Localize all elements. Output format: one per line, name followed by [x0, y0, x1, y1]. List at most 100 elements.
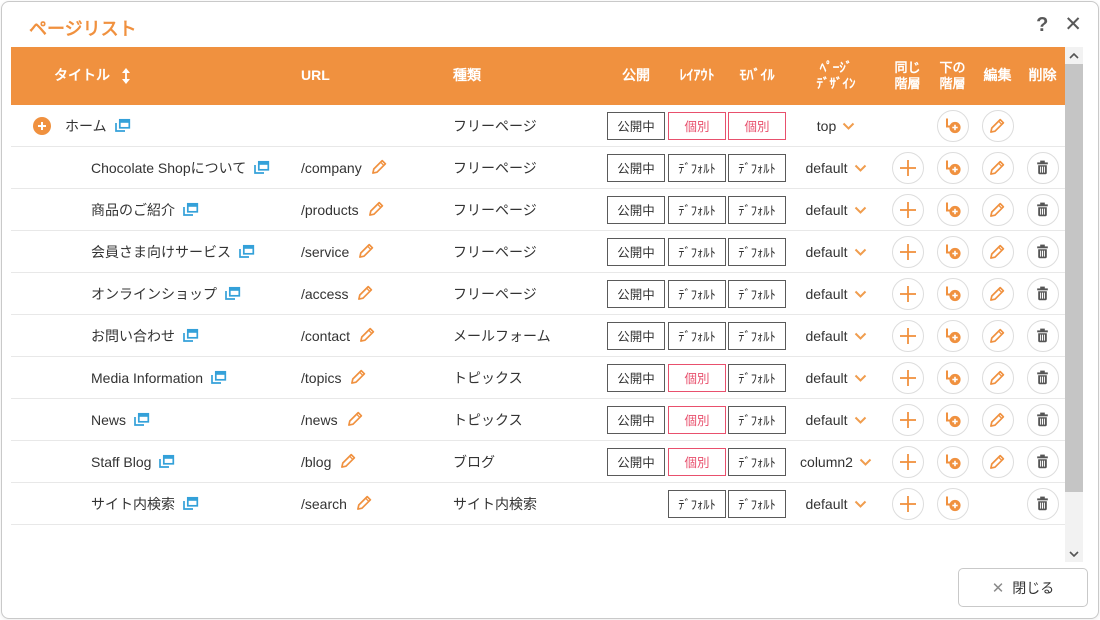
publish-status-badge[interactable]: 公開中: [607, 238, 665, 266]
delete-button[interactable]: [1027, 194, 1059, 226]
publish-status-badge[interactable]: 公開中: [607, 448, 665, 476]
delete-button[interactable]: [1027, 278, 1059, 310]
add-same-level-button[interactable]: [892, 362, 924, 394]
add-lower-level-button[interactable]: [937, 446, 969, 478]
open-preview-icon[interactable]: [238, 244, 255, 259]
open-preview-icon[interactable]: [158, 454, 175, 469]
edit-button[interactable]: [982, 446, 1014, 478]
page-design-select[interactable]: default: [805, 160, 866, 176]
page-design-select[interactable]: default: [805, 370, 866, 386]
add-lower-level-button[interactable]: [937, 110, 969, 142]
delete-button[interactable]: [1027, 320, 1059, 352]
scroll-up-arrow-icon[interactable]: [1065, 47, 1083, 64]
delete-button[interactable]: [1027, 404, 1059, 436]
layout-badge[interactable]: ﾃﾞﾌｫﾙﾄ: [668, 490, 726, 518]
add-lower-level-button[interactable]: [937, 320, 969, 352]
add-lower-level-button[interactable]: [937, 236, 969, 268]
url-edit-icon[interactable]: [358, 242, 375, 262]
page-design-select[interactable]: default: [805, 244, 866, 260]
add-same-level-button[interactable]: [892, 278, 924, 310]
url-edit-icon[interactable]: [371, 158, 388, 178]
layout-badge[interactable]: ﾃﾞﾌｫﾙﾄ: [668, 238, 726, 266]
page-design-select[interactable]: default: [805, 496, 866, 512]
layout-badge[interactable]: ﾃﾞﾌｫﾙﾄ: [668, 280, 726, 308]
close-icon[interactable]: ✕: [1064, 12, 1082, 38]
layout-badge[interactable]: ﾃﾞﾌｫﾙﾄ: [668, 322, 726, 350]
edit-button[interactable]: [982, 278, 1014, 310]
layout-badge[interactable]: 個別: [668, 364, 726, 392]
delete-button[interactable]: [1027, 488, 1059, 520]
url-edit-icon[interactable]: [357, 284, 374, 304]
delete-button[interactable]: [1027, 152, 1059, 184]
url-edit-icon[interactable]: [340, 452, 357, 472]
add-lower-level-button[interactable]: [937, 194, 969, 226]
close-button[interactable]: ✕ 閉じる: [958, 568, 1088, 607]
open-preview-icon[interactable]: [182, 496, 199, 511]
expand-icon[interactable]: [33, 117, 51, 135]
publish-status-badge[interactable]: 公開中: [607, 364, 665, 392]
layout-badge[interactable]: ﾃﾞﾌｫﾙﾄ: [668, 154, 726, 182]
publish-status-badge[interactable]: 公開中: [607, 280, 665, 308]
mobile-badge[interactable]: ﾃﾞﾌｫﾙﾄ: [728, 448, 786, 476]
help-button[interactable]: ?: [1036, 12, 1048, 38]
add-same-level-button[interactable]: [892, 446, 924, 478]
delete-button[interactable]: [1027, 446, 1059, 478]
page-design-select[interactable]: top: [817, 118, 855, 134]
url-edit-icon[interactable]: [368, 200, 385, 220]
add-lower-level-button[interactable]: [937, 488, 969, 520]
url-edit-icon[interactable]: [350, 368, 367, 388]
delete-button[interactable]: [1027, 236, 1059, 268]
column-header-title[interactable]: タイトル: [11, 67, 287, 85]
publish-status-badge[interactable]: 公開中: [607, 406, 665, 434]
edit-button[interactable]: [982, 320, 1014, 352]
sort-icon[interactable]: [120, 68, 132, 84]
add-same-level-button[interactable]: [892, 152, 924, 184]
open-preview-icon[interactable]: [224, 286, 241, 301]
mobile-badge[interactable]: ﾃﾞﾌｫﾙﾄ: [728, 490, 786, 518]
publish-status-badge[interactable]: 公開中: [607, 196, 665, 224]
vertical-scrollbar[interactable]: [1065, 47, 1083, 562]
url-edit-icon[interactable]: [356, 494, 373, 514]
add-same-level-button[interactable]: [892, 236, 924, 268]
mobile-badge[interactable]: ﾃﾞﾌｫﾙﾄ: [728, 238, 786, 266]
add-same-level-button[interactable]: [892, 320, 924, 352]
mobile-badge[interactable]: ﾃﾞﾌｫﾙﾄ: [728, 280, 786, 308]
layout-badge[interactable]: 個別: [668, 406, 726, 434]
layout-badge[interactable]: 個別: [668, 448, 726, 476]
add-same-level-button[interactable]: [892, 488, 924, 520]
mobile-badge[interactable]: ﾃﾞﾌｫﾙﾄ: [728, 364, 786, 392]
edit-button[interactable]: [982, 362, 1014, 394]
mobile-badge[interactable]: ﾃﾞﾌｫﾙﾄ: [728, 154, 786, 182]
mobile-badge[interactable]: 個別: [728, 112, 786, 140]
open-preview-icon[interactable]: [182, 328, 199, 343]
add-lower-level-button[interactable]: [937, 152, 969, 184]
scroll-down-arrow-icon[interactable]: [1065, 545, 1083, 562]
scrollbar-thumb[interactable]: [1065, 64, 1083, 492]
mobile-badge[interactable]: ﾃﾞﾌｫﾙﾄ: [728, 196, 786, 224]
open-preview-icon[interactable]: [253, 160, 270, 175]
page-design-select[interactable]: default: [805, 286, 866, 302]
url-edit-icon[interactable]: [359, 326, 376, 346]
open-preview-icon[interactable]: [133, 412, 150, 427]
open-preview-icon[interactable]: [114, 118, 131, 133]
page-design-select[interactable]: default: [805, 328, 866, 344]
layout-badge[interactable]: ﾃﾞﾌｫﾙﾄ: [668, 196, 726, 224]
mobile-badge[interactable]: ﾃﾞﾌｫﾙﾄ: [728, 406, 786, 434]
open-preview-icon[interactable]: [210, 370, 227, 385]
edit-button[interactable]: [982, 110, 1014, 142]
add-lower-level-button[interactable]: [937, 278, 969, 310]
mobile-badge[interactable]: ﾃﾞﾌｫﾙﾄ: [728, 322, 786, 350]
layout-badge[interactable]: 個別: [668, 112, 726, 140]
page-design-select[interactable]: default: [805, 202, 866, 218]
add-same-level-button[interactable]: [892, 404, 924, 436]
edit-button[interactable]: [982, 236, 1014, 268]
publish-status-badge[interactable]: 公開中: [607, 112, 665, 140]
add-same-level-button[interactable]: [892, 194, 924, 226]
page-design-select[interactable]: column2: [800, 454, 872, 470]
edit-button[interactable]: [982, 152, 1014, 184]
publish-status-badge[interactable]: 公開中: [607, 322, 665, 350]
edit-button[interactable]: [982, 404, 1014, 436]
add-lower-level-button[interactable]: [937, 362, 969, 394]
url-edit-icon[interactable]: [347, 410, 364, 430]
page-design-select[interactable]: default: [805, 412, 866, 428]
